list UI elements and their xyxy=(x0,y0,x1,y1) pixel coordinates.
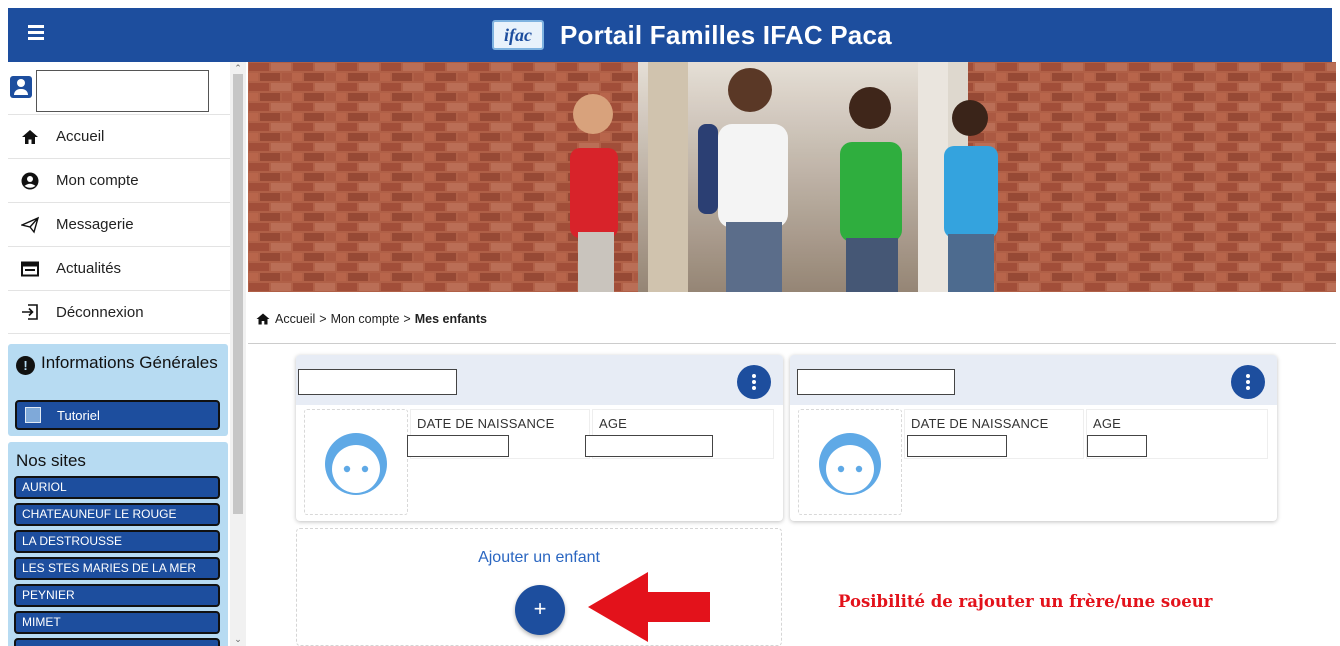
account-circle-icon xyxy=(18,171,42,191)
birthdate-field-group: DATE DE NAISSANCE xyxy=(904,409,1084,459)
age-label: AGE xyxy=(1093,416,1122,431)
paper-plane-icon xyxy=(18,215,42,235)
child-card-header xyxy=(296,355,783,405)
brand[interactable]: ifac Portail Familles IFAC Paca xyxy=(492,16,892,54)
annotation-text: Posibilité de rajouter un frère/une soeu… xyxy=(838,592,1213,611)
scroll-thumb[interactable] xyxy=(233,74,243,514)
scroll-up-arrow-icon[interactable]: ⌃ xyxy=(233,63,243,73)
birthdate-field-group: DATE DE NAISSANCE xyxy=(407,409,590,459)
nav-item-accueil[interactable]: Accueil xyxy=(8,114,230,158)
sidebar-scrollbar[interactable]: ⌃ ⌄ xyxy=(230,62,246,646)
home-icon[interactable] xyxy=(256,313,270,325)
site-button-auriol[interactable]: AURIOL xyxy=(14,476,220,499)
scroll-down-arrow-icon[interactable]: ⌄ xyxy=(233,634,243,644)
site-button-mimet[interactable]: MIMET xyxy=(14,611,220,634)
sites-panel: Nos sites AURIOL CHATEAUNEUF LE ROUGE LA… xyxy=(8,442,228,646)
birthdate-label: DATE DE NAISSANCE xyxy=(911,416,1049,431)
nav-item-label: Déconnexion xyxy=(56,303,144,321)
child-avatar xyxy=(798,409,902,515)
birthdate-value xyxy=(907,435,1007,457)
breadcrumb: Accueil > Mon compte > Mes enfants xyxy=(256,312,487,326)
ifac-logo: ifac xyxy=(492,20,544,50)
breadcrumb-separator: > xyxy=(319,312,327,326)
child-name-field[interactable] xyxy=(298,369,457,395)
newspaper-icon xyxy=(18,259,42,279)
age-field-group: AGE xyxy=(585,409,774,459)
more-options-icon[interactable] xyxy=(1231,365,1265,399)
site-button-chateauneuf[interactable]: CHATEAUNEUF LE ROUGE xyxy=(14,503,220,526)
logout-icon xyxy=(18,302,42,322)
nav-item-label: Actualités xyxy=(56,260,122,277)
nav-item-deconnexion[interactable]: Déconnexion xyxy=(8,290,230,334)
app-header: ifac Portail Familles IFAC Paca xyxy=(8,8,1332,62)
nav-item-label: Mon compte xyxy=(56,172,139,189)
site-button-la-destrousse[interactable]: LA DESTROUSSE xyxy=(14,530,220,553)
info-panel: ! Informations Générales Tutoriel xyxy=(8,344,228,436)
banner-image xyxy=(248,62,1336,292)
add-child-button[interactable]: + xyxy=(515,585,565,635)
divider xyxy=(248,343,1336,344)
age-field-group: AGE xyxy=(1086,409,1268,459)
breadcrumb-current: Mes enfants xyxy=(414,312,487,326)
child-name-field[interactable] xyxy=(797,369,955,395)
nav-item-mon-compte[interactable]: Mon compte xyxy=(8,158,230,202)
breadcrumb-separator: > xyxy=(403,312,411,326)
birthdate-label: DATE DE NAISSANCE xyxy=(417,416,555,431)
site-button-stes-maries[interactable]: LES STES MARIES DE LA MER xyxy=(14,557,220,580)
child-card: DATE DE NAISSANCE AGE xyxy=(296,355,783,521)
site-button-more[interactable] xyxy=(14,638,220,646)
child-face-icon xyxy=(819,433,881,495)
document-icon xyxy=(25,407,41,423)
child-face-icon xyxy=(325,433,387,495)
site-button-peynier[interactable]: PEYNIER xyxy=(14,584,220,607)
info-panel-title: ! Informations Générales xyxy=(8,344,228,375)
alert-icon: ! xyxy=(16,356,35,375)
age-value xyxy=(1087,435,1147,457)
app-title: Portail Familles IFAC Paca xyxy=(560,19,892,50)
child-avatar xyxy=(304,409,408,515)
more-options-icon[interactable] xyxy=(737,365,771,399)
nav-item-label: Accueil xyxy=(56,128,105,145)
age-value xyxy=(585,435,713,457)
child-card-header xyxy=(790,355,1277,405)
child-card: DATE DE NAISSANCE AGE xyxy=(790,355,1277,521)
user-icon xyxy=(10,76,32,98)
breadcrumb-accueil[interactable]: Accueil xyxy=(275,312,315,326)
hamburger-menu-icon[interactable] xyxy=(28,22,50,46)
age-label: AGE xyxy=(599,416,628,431)
breadcrumb-mon-compte[interactable]: Mon compte xyxy=(331,312,400,326)
sites-panel-title: Nos sites xyxy=(16,451,86,470)
user-name-field[interactable] xyxy=(36,70,209,112)
add-child-label[interactable]: Ajouter un enfant xyxy=(297,549,781,567)
sidebar: Accueil Mon compte Messagerie Actualités… xyxy=(0,62,246,646)
tutoriel-button[interactable]: Tutoriel xyxy=(15,400,220,430)
nav-item-messagerie[interactable]: Messagerie xyxy=(8,202,230,246)
birthdate-value xyxy=(407,435,509,457)
red-arrow-annotation xyxy=(588,572,710,642)
home-icon xyxy=(18,127,42,147)
nav-item-label: Messagerie xyxy=(56,216,134,233)
nav-item-actualites[interactable]: Actualités xyxy=(8,246,230,290)
